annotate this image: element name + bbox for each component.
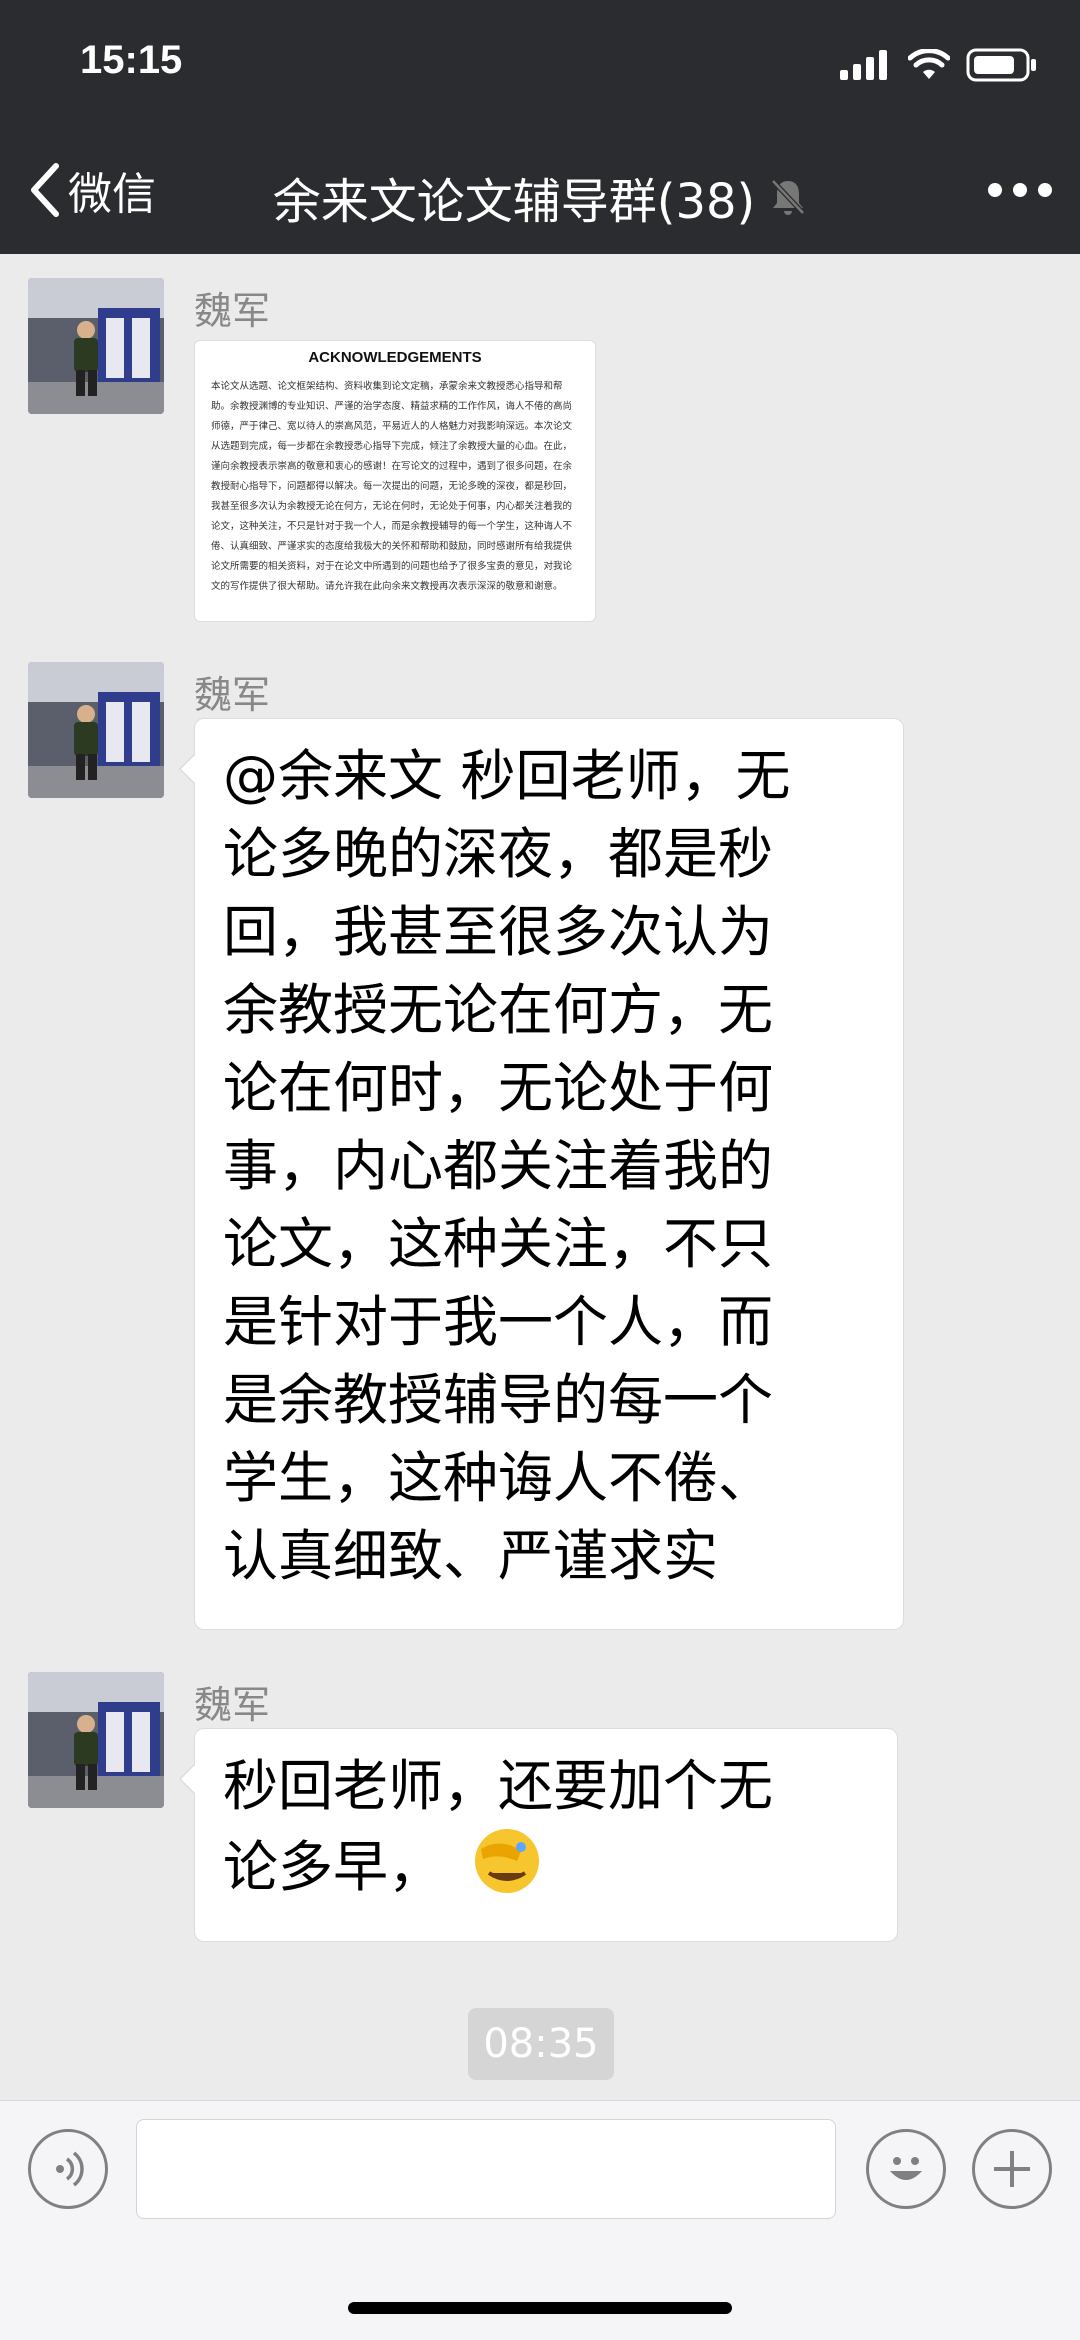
message-line: 论在何时，无论处于何 (223, 1056, 774, 1120)
message-item: 魏军 @余来文 秒回老师，无 论多晚的深夜，都是秒 回，我甚至很多次认为 余教授… (28, 662, 1068, 1642)
home-indicator[interactable] (348, 2302, 732, 2314)
signal-icon (840, 50, 887, 80)
timestamp-badge: 08:35 (468, 2008, 614, 2080)
emoji-icon (890, 2157, 922, 2180)
message-input[interactable] (136, 2119, 836, 2219)
message-line: 论多晚的深夜，都是秒 (223, 822, 774, 886)
avatar[interactable] (28, 278, 164, 414)
message-line-text: 论多早， (223, 1835, 444, 1900)
sender-name: 魏军 (194, 289, 271, 333)
message-bubble[interactable]: 秒回老师，还要加个无 论多早， (179, 1728, 898, 1942)
message-line: 论多早， (223, 1825, 869, 1917)
battery-icon (966, 48, 1036, 82)
status-bar: 15:15 (0, 0, 1080, 130)
message-line: 论文，这种关注，不只 (223, 1212, 774, 1276)
message-line: 余教授无论在何方，无 (223, 978, 774, 1042)
message-line: 认真细致、严谨求实 (223, 1524, 719, 1588)
avatar[interactable] (28, 662, 164, 798)
message-item: 魏军 秒回老师，还要加个无 论多早， (28, 1672, 1068, 1972)
sender-name: 魏军 (194, 1683, 271, 1727)
message-line: 学生，这种诲人不倦、 (223, 1446, 774, 1510)
message-bubble[interactable]: @余来文 秒回老师，无 论多晚的深夜，都是秒 回，我甚至很多次认为 余教授无论在… (179, 718, 904, 1630)
more-dot (1013, 183, 1027, 197)
plus-icon (994, 2151, 1030, 2187)
message-line: @余来文 秒回老师，无 (223, 744, 791, 808)
status-icons (840, 48, 1038, 82)
facepalm-emoji (471, 1825, 543, 1917)
more-button[interactable] (988, 170, 1052, 210)
message-line: 回，我甚至很多次认为 (223, 900, 774, 964)
message-line: 是针对于我一个人，而 (223, 1290, 774, 1354)
message-line: 事，内心都关注着我的 (223, 1134, 774, 1198)
bell-muted-icon (771, 179, 806, 215)
more-dot (1038, 183, 1052, 197)
emoji-button[interactable] (866, 2129, 946, 2209)
status-time: 15:15 (80, 38, 183, 82)
message-line: 秒回老师，还要加个无 (223, 1754, 774, 1818)
wifi-icon (908, 49, 950, 79)
document-heading: ACKNOWLEDGEMENTS (308, 349, 482, 366)
chat-title: 余来文论文辅导群(38) (0, 162, 1080, 232)
voice-button[interactable] (28, 2129, 108, 2209)
nav-bar: 微信 余来文论文辅导群(38) (0, 130, 1080, 254)
message-line: 是余教授辅导的每一个 (223, 1368, 774, 1432)
sender-name: 魏军 (194, 673, 271, 717)
message-item: 魏军 ACKNOWLEDGEMENTS 本论文从选题、论文框架结构、资料收集到论… (28, 278, 1068, 638)
chat-title-text: 余来文论文辅导群(38) (272, 174, 756, 230)
document-body: 本论文从选题、论文框架结构、资料收集到论文定稿，承蒙余来文教授悉心指导和帮助。余… (211, 381, 573, 592)
voice-icon (56, 2151, 84, 2187)
plus-button[interactable] (972, 2129, 1052, 2209)
more-dots-icon (988, 183, 1002, 197)
avatar[interactable] (28, 1672, 164, 1808)
document-image[interactable]: ACKNOWLEDGEMENTS 本论文从选题、论文框架结构、资料收集到论文定稿… (194, 340, 596, 622)
